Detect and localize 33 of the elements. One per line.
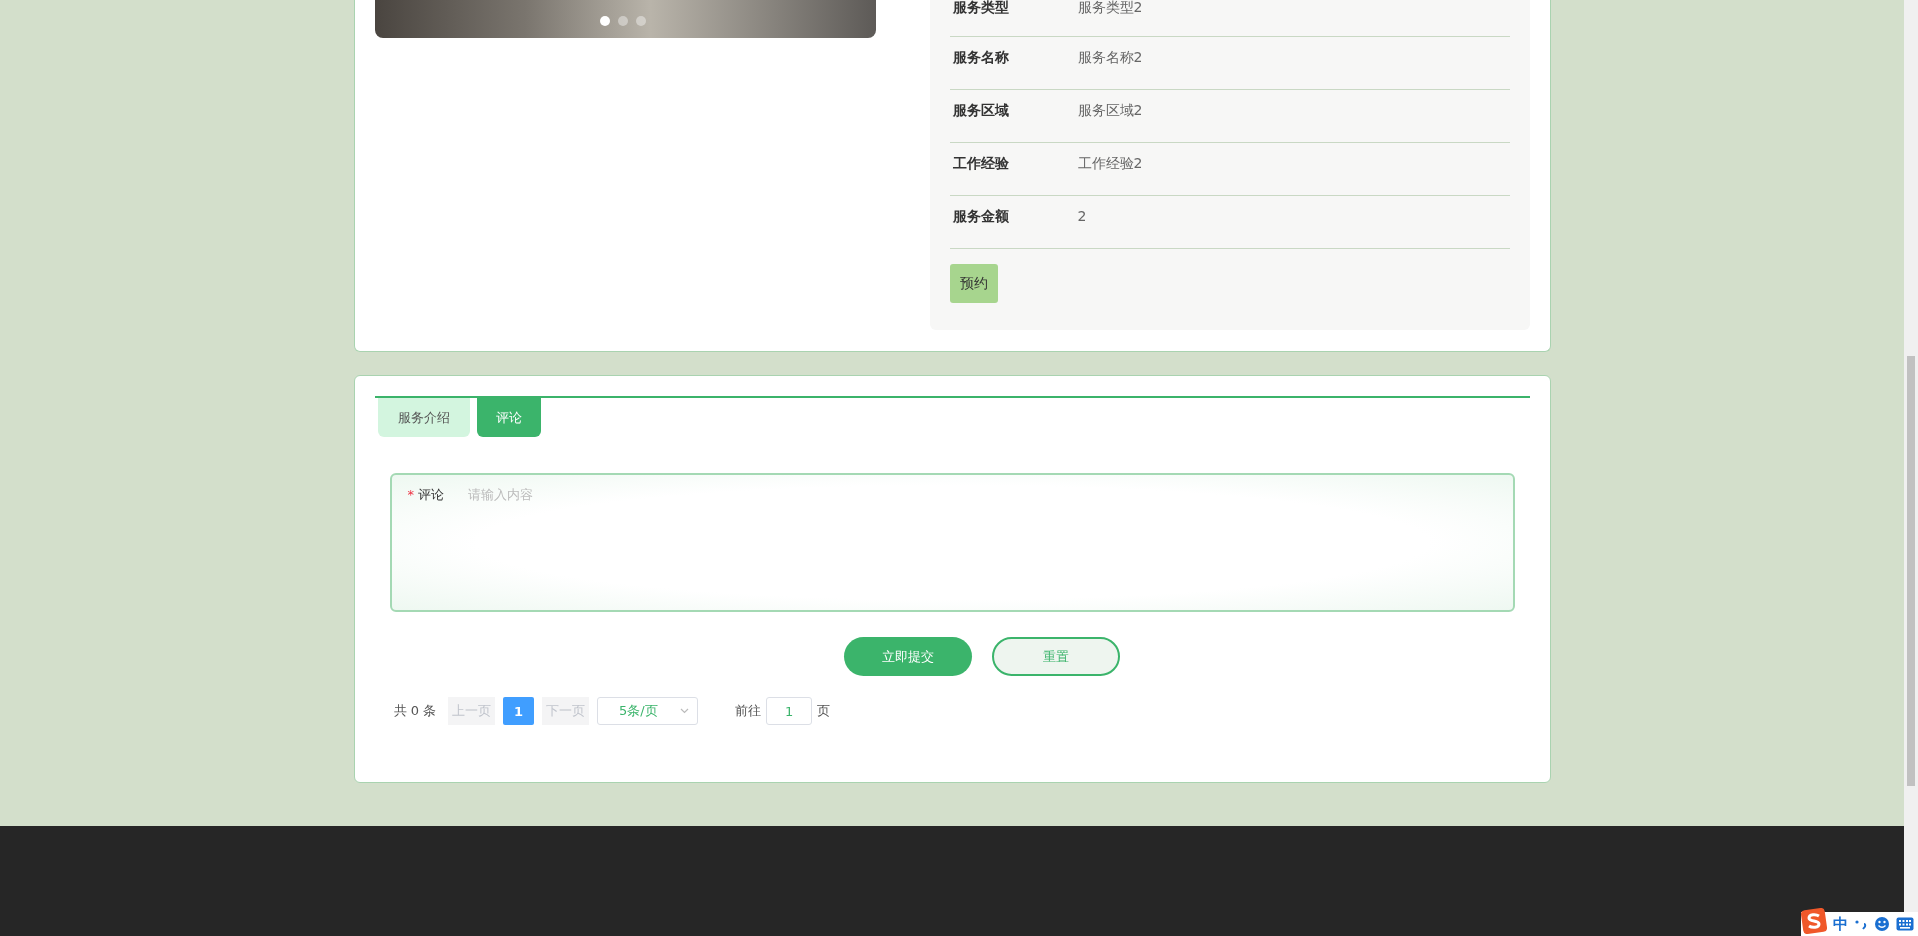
- field-value: 2: [1077, 207, 1087, 226]
- field-label: 工作经验: [951, 154, 1010, 173]
- keyboard-icon[interactable]: [1896, 917, 1914, 931]
- carousel-dot[interactable]: [635, 16, 646, 26]
- tab[interactable]: 服务介绍: [377, 398, 470, 437]
- field-label: 服务金额: [951, 207, 1010, 226]
- page-number-input[interactable]: 1: [766, 697, 813, 725]
- page-unit-label: 页: [817, 702, 831, 720]
- carousel-dot[interactable]: [599, 16, 610, 26]
- book-button[interactable]: 预约: [949, 264, 998, 303]
- reset-button[interactable]: 重置: [992, 637, 1120, 676]
- emoji-icon[interactable]: [1874, 916, 1890, 932]
- field-label: 服务类型: [951, 0, 1010, 17]
- input-method-logo-icon[interactable]: [1801, 908, 1827, 934]
- page-size-select[interactable]: 5条/页: [597, 697, 699, 725]
- field-value: 服务区域2: [1077, 101, 1143, 120]
- field-value: 服务名称2: [1077, 48, 1143, 67]
- field-label: 服务区域: [951, 101, 1010, 120]
- comment-field[interactable]: * 评论 请输入内容: [389, 473, 1515, 612]
- comment-input[interactable]: 请输入内容: [467, 486, 1497, 599]
- field-value: 工作经验2: [1077, 154, 1143, 173]
- ime-mode-label[interactable]: 中: [1833, 914, 1848, 934]
- field-label: 服务名称: [951, 48, 1010, 67]
- page-number-button[interactable]: 1: [503, 697, 535, 725]
- tab[interactable]: 评论: [476, 398, 541, 437]
- total-count: 共 0 条: [393, 702, 437, 720]
- carousel-dot[interactable]: [617, 16, 628, 26]
- comment-label: 评论: [418, 487, 444, 502]
- required-mark: *: [407, 487, 414, 502]
- goto-label: 前往: [735, 702, 762, 720]
- submit-button[interactable]: 立即提交: [844, 637, 972, 676]
- chevron-down-icon: [680, 708, 690, 714]
- field-value: 服务类型2: [1077, 0, 1143, 17]
